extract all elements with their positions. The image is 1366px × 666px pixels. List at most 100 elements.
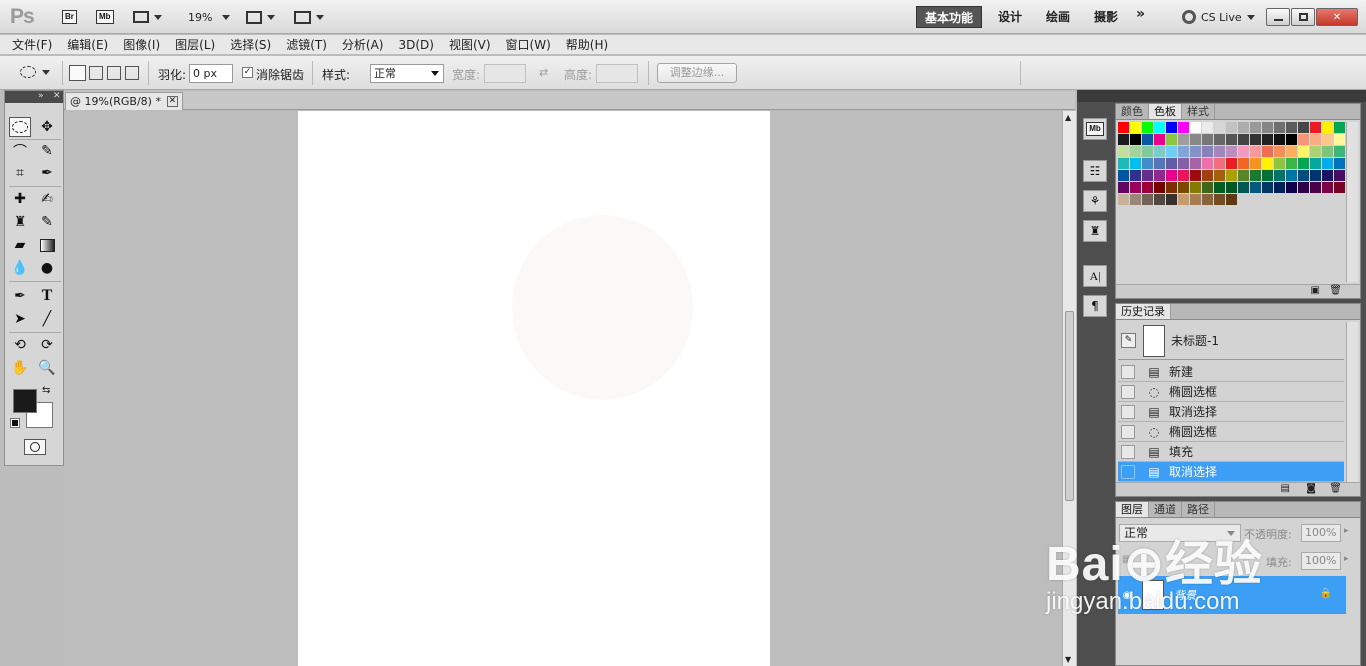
- color-swatch[interactable]: [1274, 134, 1285, 145]
- color-swatch[interactable]: [1322, 170, 1333, 181]
- color-swatch[interactable]: [1118, 182, 1129, 193]
- color-swatch[interactable]: [1250, 134, 1261, 145]
- color-swatch[interactable]: [1226, 146, 1237, 157]
- color-swatch[interactable]: [1118, 158, 1129, 169]
- mini-bridge-button[interactable]: Mb: [96, 9, 114, 25]
- color-swatch[interactable]: [1274, 182, 1285, 193]
- color-swatch[interactable]: [1310, 158, 1321, 169]
- color-swatch[interactable]: [1298, 134, 1309, 145]
- color-swatch[interactable]: [1166, 194, 1177, 205]
- color-swatch[interactable]: [1226, 194, 1237, 205]
- workspace-painting-button[interactable]: 绘画: [1046, 8, 1070, 25]
- workspace-essentials-button[interactable]: 基本功能: [916, 6, 982, 28]
- color-swatch[interactable]: [1154, 182, 1165, 193]
- color-swatch[interactable]: [1214, 194, 1225, 205]
- color-swatch[interactable]: [1310, 122, 1321, 133]
- swap-colors-icon[interactable]: ⇆: [42, 385, 50, 396]
- color-swatch[interactable]: [1166, 170, 1177, 181]
- color-swatch[interactable]: [1190, 194, 1201, 205]
- color-swatch[interactable]: [1274, 158, 1285, 169]
- color-swatch[interactable]: [1154, 170, 1165, 181]
- color-swatch[interactable]: [1262, 158, 1273, 169]
- foreground-color-swatch[interactable]: [13, 389, 37, 413]
- crop-tool[interactable]: ⌗: [9, 163, 31, 183]
- trash-icon[interactable]: 🗑: [1329, 285, 1342, 296]
- gradient-tool[interactable]: [36, 235, 58, 255]
- clone-stamp-tool[interactable]: ♜: [9, 212, 31, 232]
- canvas-area[interactable]: [64, 111, 1062, 666]
- color-swatch[interactable]: [1142, 158, 1153, 169]
- color-swatch[interactable]: [1238, 134, 1249, 145]
- color-swatch[interactable]: [1238, 170, 1249, 181]
- menu-layer[interactable]: 图层(L): [175, 35, 215, 54]
- history-scrollbar[interactable]: [1346, 322, 1358, 482]
- new-document-from-state-icon[interactable]: ▤: [1281, 483, 1290, 494]
- brush-tool[interactable]: ✍: [36, 189, 58, 209]
- color-swatch[interactable]: [1250, 122, 1261, 133]
- color-swatch[interactable]: [1322, 122, 1333, 133]
- color-swatch[interactable]: [1130, 182, 1141, 193]
- color-swatch[interactable]: [1178, 182, 1189, 193]
- fill-input[interactable]: 100%: [1301, 552, 1341, 570]
- color-swatch[interactable]: [1310, 134, 1321, 145]
- restore-button[interactable]: [1291, 8, 1315, 26]
- color-swatch[interactable]: [1238, 146, 1249, 157]
- eraser-tool[interactable]: ▰: [9, 235, 31, 255]
- color-swatch[interactable]: [1214, 134, 1225, 145]
- color-swatch[interactable]: [1202, 170, 1213, 181]
- color-swatch[interactable]: [1298, 122, 1309, 133]
- color-swatch[interactable]: [1142, 146, 1153, 157]
- menu-edit[interactable]: 编辑(E): [67, 35, 108, 54]
- tab-channels[interactable]: 通道: [1149, 502, 1182, 517]
- color-swatch[interactable]: [1178, 134, 1189, 145]
- type-tool[interactable]: T: [36, 286, 58, 306]
- color-swatch[interactable]: [1334, 122, 1345, 133]
- menu-view[interactable]: 视图(V): [449, 35, 491, 54]
- color-swatch[interactable]: [1154, 122, 1165, 133]
- menu-select[interactable]: 选择(S): [230, 35, 271, 54]
- minimize-button[interactable]: [1266, 8, 1290, 26]
- history-checkbox[interactable]: [1121, 384, 1135, 399]
- color-swatch[interactable]: [1334, 182, 1345, 193]
- color-swatch[interactable]: [1202, 158, 1213, 169]
- workspace-design-button[interactable]: 设计: [998, 8, 1022, 25]
- color-swatch[interactable]: [1286, 170, 1297, 181]
- character-panel-button[interactable]: A|: [1083, 265, 1107, 287]
- color-swatch[interactable]: [1310, 170, 1321, 181]
- color-swatch[interactable]: [1226, 122, 1237, 133]
- color-swatch[interactable]: [1142, 122, 1153, 133]
- color-swatch[interactable]: [1262, 134, 1273, 145]
- refine-edge-button[interactable]: 调整边缘...: [657, 63, 737, 83]
- history-step-current[interactable]: ▤ 取消选择: [1118, 462, 1344, 482]
- color-swatch[interactable]: [1214, 146, 1225, 157]
- paragraph-panel-button[interactable]: ¶: [1083, 295, 1107, 317]
- color-swatch[interactable]: [1118, 122, 1129, 133]
- color-swatch[interactable]: [1262, 182, 1273, 193]
- hand-tool[interactable]: ✋: [9, 358, 31, 378]
- color-swatch[interactable]: [1274, 146, 1285, 157]
- bridge-button[interactable]: Br: [62, 9, 77, 25]
- color-swatch[interactable]: [1154, 194, 1165, 205]
- color-swatch[interactable]: [1202, 122, 1213, 133]
- document-canvas[interactable]: [298, 111, 770, 666]
- menu-image[interactable]: 图像(I): [123, 35, 160, 54]
- color-swatch[interactable]: [1286, 158, 1297, 169]
- history-checkbox[interactable]: [1121, 444, 1135, 459]
- menu-analysis[interactable]: 分析(A): [342, 35, 384, 54]
- layer-row-background[interactable]: ◉ 背景 🔒: [1118, 576, 1346, 614]
- color-swatch[interactable]: [1178, 122, 1189, 133]
- history-brush-tool[interactable]: ✎: [36, 212, 58, 232]
- tab-styles[interactable]: 样式: [1182, 104, 1215, 119]
- menu-filter[interactable]: 滤镜(T): [286, 35, 327, 54]
- tab-color[interactable]: 颜色: [1116, 104, 1149, 119]
- color-swatch[interactable]: [1118, 134, 1129, 145]
- feather-input[interactable]: 0 px: [189, 64, 233, 83]
- color-swatch[interactable]: [1142, 194, 1153, 205]
- color-swatch[interactable]: [1226, 158, 1237, 169]
- dodge-tool[interactable]: ●: [36, 258, 58, 278]
- color-swatch[interactable]: [1334, 158, 1345, 169]
- color-swatch[interactable]: [1142, 170, 1153, 181]
- blend-mode-select[interactable]: 正常: [1119, 524, 1241, 542]
- color-swatch[interactable]: [1118, 170, 1129, 181]
- menu-3d[interactable]: 3D(D): [398, 35, 433, 54]
